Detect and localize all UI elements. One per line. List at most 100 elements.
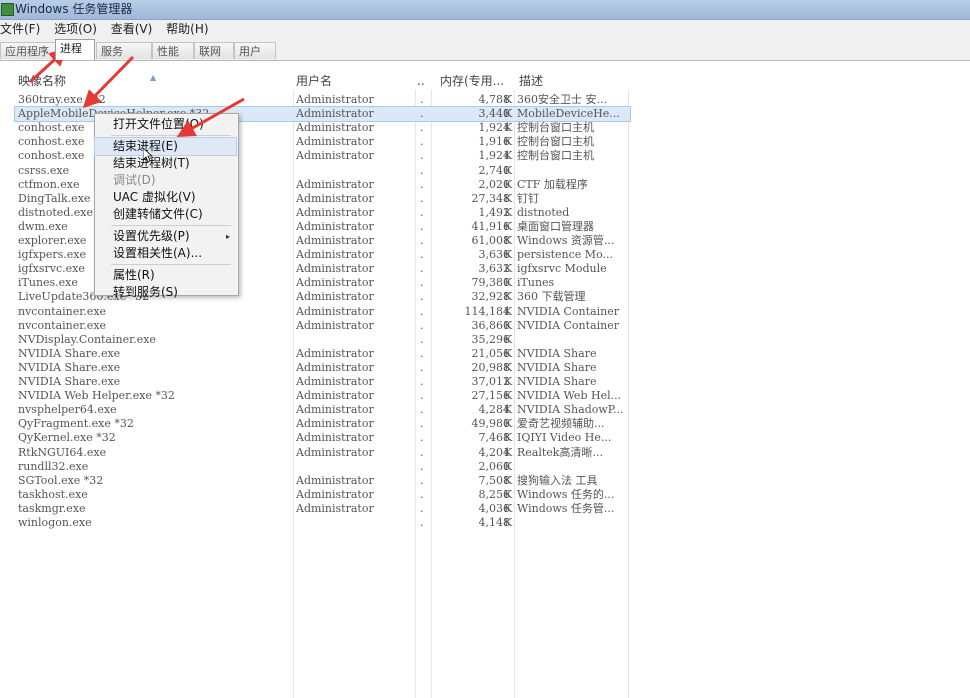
process-session: . — [420, 473, 424, 487]
context-menu-item[interactable]: 创建转储文件(C) — [95, 206, 236, 223]
process-row[interactable]: NVIDIA Share.exe Administrator. 37,012 K NVI… — [15, 375, 630, 389]
process-row[interactable]: RtkNGUI64.exe Administrator. 4,204 K Realtek… — [15, 446, 630, 460]
process-session: . — [420, 403, 424, 417]
process-row[interactable]: rundll32.exe. 2,060 K — [15, 460, 630, 474]
process-memory-unit: K — [504, 135, 513, 149]
context-menu-item[interactable]: 结束进程(E) — [94, 137, 237, 156]
process-session: . — [420, 219, 424, 233]
process-description: Windows 任务的... — [517, 487, 615, 501]
process-memory: 4,148 — [478, 516, 511, 529]
tab-performance[interactable]: 性能 — [152, 42, 194, 59]
process-name: nvsphelper64.exe — [18, 403, 117, 417]
context-menu-item[interactable]: 结束进程树(T) — [95, 155, 236, 172]
context-menu-item-label: 属性(R) — [113, 268, 155, 282]
process-memory: 1,924 — [478, 121, 511, 135]
process-session: . — [420, 516, 424, 529]
context-menu-item[interactable]: 属性(R) — [95, 267, 236, 284]
tab-users[interactable]: 用户 — [234, 42, 276, 59]
menu-file[interactable]: 文件(F) — [0, 22, 40, 36]
process-memory-unit: K — [504, 403, 513, 417]
menu-view[interactable]: 查看(V) — [111, 22, 153, 36]
process-memory: 7,508 — [478, 473, 511, 487]
column-header-session[interactable]: .. — [417, 73, 425, 90]
process-row[interactable]: SGTool.exe *32 Administrator. 7,508 K 搜狗输入法 … — [15, 474, 630, 488]
process-memory: 4,788 — [478, 93, 511, 106]
process-description: MobileDeviceHe... — [517, 107, 620, 121]
process-memory-unit: K — [504, 93, 513, 106]
process-memory: 27,156 — [471, 389, 511, 403]
process-memory-unit: K — [504, 163, 513, 177]
process-description: NVIDIA Share — [517, 375, 597, 388]
tab-services[interactable]: 服务 — [96, 42, 152, 59]
process-row[interactable]: taskmgr.exe Administrator. 4,036 K Windows 任… — [15, 502, 630, 516]
process-memory-unit: K — [504, 177, 513, 191]
tab-applications[interactable]: 应用程序 — [0, 42, 56, 59]
column-header-user[interactable]: 用户名 — [296, 73, 332, 90]
process-user: Administrator — [296, 205, 374, 219]
column-header-image-name[interactable]: 映像名称 — [18, 73, 66, 90]
column-header-description[interactable]: 描述 — [519, 73, 543, 90]
context-menu-item[interactable]: UAC 虚拟化(V) — [95, 189, 236, 206]
process-name: nvcontainer.exe — [18, 304, 107, 318]
process-row[interactable]: nvsphelper64.exe Administrator. 4,284 K NVID… — [15, 403, 630, 417]
context-menu-item[interactable]: 转到服务(S) — [95, 284, 236, 301]
process-user: Administrator — [296, 276, 374, 290]
column-header-memory[interactable]: 内存(专用... — [440, 73, 504, 90]
process-row[interactable]: NVIDIA Share.exe Administrator. 20,988 K NVI… — [15, 361, 630, 375]
process-row[interactable]: NVIDIA Web Helper.exe *32 Administrator. 2… — [15, 389, 630, 403]
context-menu-item: 调试(D) — [95, 172, 236, 189]
menu-help[interactable]: 帮助(H) — [166, 22, 208, 36]
menu-separator — [111, 135, 231, 136]
process-user: Administrator — [296, 262, 374, 276]
context-menu-item-label: 设置相关性(A)... — [113, 246, 203, 260]
context-menu-item-label: 转到服务(S) — [113, 285, 178, 299]
process-description: 360安全卫士 安... — [517, 93, 607, 106]
process-user: Administrator — [296, 360, 374, 374]
process-row[interactable]: nvcontainer.exe Administrator. 36,860 K NVID… — [15, 319, 630, 333]
process-row[interactable]: NVIDIA Share.exe Administrator. 21,056 K NVI… — [15, 347, 630, 361]
process-name: NVIDIA Share.exe — [18, 375, 121, 388]
process-row[interactable]: taskhost.exe Administrator. 8,256 K Windows … — [15, 488, 630, 502]
process-session: . — [420, 177, 424, 191]
tab-networking[interactable]: 联网 — [194, 42, 234, 59]
process-row[interactable]: 360tray.exe *32 Administrator. 4,788 K 360安全… — [15, 93, 630, 107]
process-memory: 21,056 — [471, 346, 511, 360]
process-session: . — [420, 149, 424, 163]
process-description: 控制台窗口主机 — [517, 121, 594, 135]
process-memory-unit: K — [504, 417, 513, 431]
process-row[interactable]: NVDisplay.Container.exe. 35,296 K — [15, 333, 630, 347]
process-memory-unit: K — [504, 191, 513, 205]
menu-separator — [111, 264, 231, 265]
tab-processes[interactable]: 进程 — [55, 39, 95, 60]
process-row[interactable]: nvcontainer.exe Administrator. 114,184 K NVI… — [15, 305, 630, 319]
process-user: Administrator — [296, 318, 374, 332]
process-memory: 2,020 — [478, 177, 511, 191]
process-description: 360 下载管理 — [517, 290, 586, 304]
process-memory: 32,928 — [471, 290, 511, 304]
context-menu-item[interactable]: 打开文件位置(O) — [95, 116, 236, 133]
process-row[interactable]: QyFragment.exe *32 Administrator. 49,980 K 爱… — [15, 417, 630, 431]
context-menu-item[interactable]: 设置优先级(P) ▸ — [95, 228, 236, 245]
process-memory: 4,036 — [478, 501, 511, 515]
process-session: . — [420, 304, 424, 318]
process-memory-unit: K — [504, 445, 513, 459]
process-user: Administrator — [296, 149, 374, 163]
process-name: rundll32.exe — [18, 459, 89, 473]
process-name: NVIDIA Share.exe — [18, 346, 121, 360]
process-row[interactable]: winlogon.exe. 4,148 K — [15, 516, 630, 530]
process-row[interactable]: QyKernel.exe *32 Administrator. 7,468 K IQIY… — [15, 431, 630, 445]
process-description: Windows 资源管... — [517, 234, 615, 247]
tab-strip: 应用程序 进程 服务 性能 联网 用户 — [0, 38, 970, 61]
process-memory: 41,916 — [471, 219, 511, 233]
process-session: . — [420, 417, 424, 431]
process-user: Administrator — [296, 304, 374, 318]
menu-options[interactable]: 选项(O) — [54, 22, 97, 36]
process-memory: 2,060 — [478, 459, 511, 473]
process-description: 爱奇艺视频辅助... — [517, 417, 605, 431]
process-memory: 3,636 — [478, 248, 511, 262]
process-memory-unit: K — [504, 360, 513, 374]
context-menu-item[interactable]: 设置相关性(A)... — [95, 245, 236, 262]
process-memory-unit: K — [504, 318, 513, 332]
process-memory: 1,916 — [478, 135, 511, 149]
process-memory-unit: K — [504, 487, 513, 501]
